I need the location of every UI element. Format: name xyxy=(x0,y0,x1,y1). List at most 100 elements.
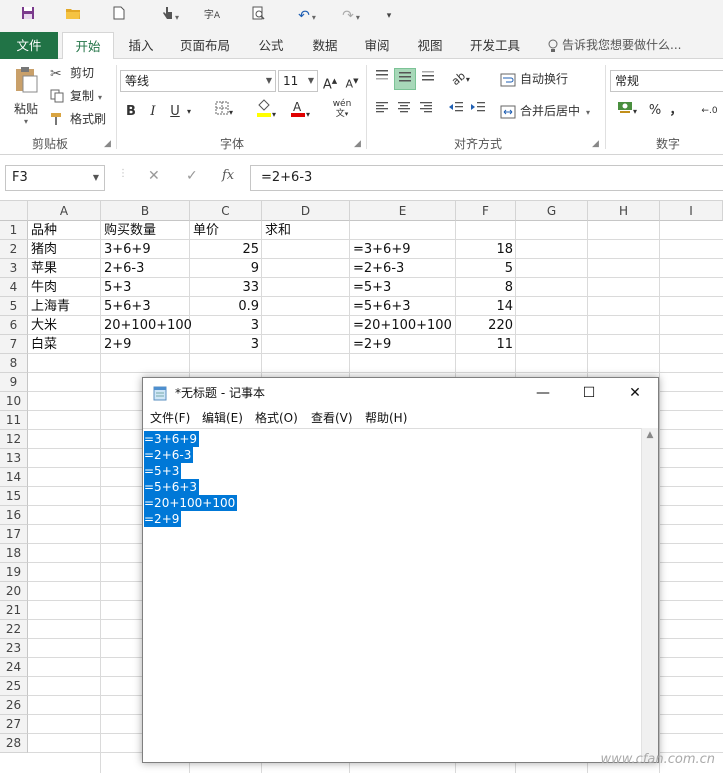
tab-developer[interactable]: 开发工具 xyxy=(462,32,528,59)
paste-button[interactable]: 粘贴 ▾ xyxy=(8,65,44,126)
tab-home[interactable]: 开始 xyxy=(62,32,114,60)
touch-mode-icon[interactable]: ▾ xyxy=(155,6,185,26)
menu-file[interactable]: 文件(F) xyxy=(150,408,190,428)
tab-formulas[interactable]: 公式 xyxy=(248,32,294,59)
open-folder-icon[interactable] xyxy=(62,6,84,26)
cancel-icon[interactable]: ✕ xyxy=(148,168,160,184)
cell-e3[interactable]: =2+6-3 xyxy=(350,259,407,278)
cut-button[interactable]: ✂ 剪切 xyxy=(50,64,94,82)
cell-f4[interactable]: 8 xyxy=(456,278,516,297)
align-top-button[interactable] xyxy=(372,68,392,90)
wrap-text-button[interactable]: 自动换行 xyxy=(500,70,568,88)
row-header-14[interactable]: 14 xyxy=(0,468,28,487)
cell-a1[interactable]: 品种 xyxy=(28,221,60,240)
percent-button[interactable]: % xyxy=(646,100,664,122)
alignment-launcher-icon[interactable]: ◢ xyxy=(592,139,599,149)
row-header-3[interactable]: 3 xyxy=(0,259,28,278)
font-launcher-icon[interactable]: ◢ xyxy=(354,139,361,149)
row-header-11[interactable]: 11 xyxy=(0,411,28,430)
cell-a7[interactable]: 白菜 xyxy=(28,335,60,354)
cell-a5[interactable]: 上海青 xyxy=(28,297,73,316)
shrink-font-button[interactable]: A▼ xyxy=(344,70,360,92)
cell-a6[interactable]: 大米 xyxy=(28,316,60,335)
column-header-g[interactable]: G xyxy=(516,201,588,221)
spelling-icon[interactable]: 字A xyxy=(202,6,222,26)
column-header-a[interactable]: A xyxy=(28,201,101,221)
row-header-21[interactable]: 21 xyxy=(0,601,28,620)
notepad-titlebar[interactable]: *无标题 - 记事本 — ☐ ✕ xyxy=(143,378,658,408)
cell-b2[interactable]: 3+6+9 xyxy=(101,240,154,259)
formula-input[interactable]: =2+6-3 xyxy=(250,165,723,191)
copy-button[interactable]: 复制 ▾ xyxy=(50,87,102,107)
notepad-vertical-scrollbar[interactable]: ▲ xyxy=(641,428,658,762)
cell-c7[interactable]: 3 xyxy=(190,335,262,354)
cell-e2[interactable]: =3+6+9 xyxy=(350,240,414,259)
cell-b4[interactable]: 5+3 xyxy=(101,278,134,297)
menu-view[interactable]: 查看(V) xyxy=(311,408,353,428)
phonetic-button[interactable]: wén 文▾ xyxy=(328,99,356,121)
row-header-13[interactable]: 13 xyxy=(0,449,28,468)
comma-style-button[interactable]: ， xyxy=(668,100,684,122)
decrease-indent-button[interactable] xyxy=(446,100,466,122)
tell-me-search[interactable]: 告诉我您想要做什么... xyxy=(547,32,681,59)
column-header-d[interactable]: D xyxy=(262,201,350,221)
tab-review[interactable]: 审阅 xyxy=(356,32,398,59)
menu-help[interactable]: 帮助(H) xyxy=(365,408,407,428)
column-header-b[interactable]: B xyxy=(101,201,190,221)
align-middle-button[interactable] xyxy=(394,68,416,90)
row-header-9[interactable]: 9 xyxy=(0,373,28,392)
close-button[interactable]: ✕ xyxy=(612,378,658,408)
fill-color-button[interactable]: ▾ xyxy=(252,99,280,121)
cell-a2[interactable]: 猪肉 xyxy=(28,240,60,259)
tab-insert[interactable]: 插入 xyxy=(118,32,164,59)
minimize-button[interactable]: — xyxy=(520,378,566,408)
borders-button[interactable]: ▾ xyxy=(210,101,238,123)
row-header-12[interactable]: 12 xyxy=(0,430,28,449)
row-header-8[interactable]: 8 xyxy=(0,354,28,373)
undo-icon[interactable]: ↶ ▾ xyxy=(290,6,324,26)
row-header-6[interactable]: 6 xyxy=(0,316,28,335)
cell-e4[interactable]: =5+3 xyxy=(350,278,394,297)
notepad-text-area[interactable]: =3+6+9 =2+6-3 =5+3 =5+6+3 =20+100+100 =2… xyxy=(143,428,641,762)
align-center-button[interactable] xyxy=(394,100,414,122)
orientation-button[interactable]: ab▾ xyxy=(446,68,476,90)
save-icon[interactable] xyxy=(18,6,38,26)
menu-edit[interactable]: 编辑(E) xyxy=(202,408,243,428)
row-header-16[interactable]: 16 xyxy=(0,506,28,525)
grow-font-button[interactable]: A▲ xyxy=(322,70,338,92)
cell-f2[interactable]: 18 xyxy=(456,240,516,259)
row-header-22[interactable]: 22 xyxy=(0,620,28,639)
align-bottom-button[interactable] xyxy=(418,68,438,90)
name-box[interactable]: F3 ▼ xyxy=(5,165,105,191)
clipboard-launcher-icon[interactable]: ◢ xyxy=(104,139,111,149)
accounting-format-button[interactable]: ▾ xyxy=(612,100,642,122)
underline-dropdown-icon[interactable]: ▾ xyxy=(184,101,194,123)
redo-icon[interactable]: ↷ ▾ xyxy=(334,6,368,26)
cell-b6[interactable]: 20+100+100 xyxy=(101,316,195,335)
align-left-button[interactable] xyxy=(372,100,392,122)
number-format-combo[interactable]: 常规 xyxy=(610,70,723,92)
cell-c5[interactable]: 0.9 xyxy=(190,297,262,316)
cell-a3[interactable]: 苹果 xyxy=(28,259,60,278)
font-size-combo[interactable]: 11 ▼ xyxy=(278,70,318,92)
menu-format[interactable]: 格式(O) xyxy=(255,408,298,428)
cell-c1[interactable]: 单价 xyxy=(190,221,222,240)
tab-file[interactable]: 文件 xyxy=(0,32,58,59)
cell-c6[interactable]: 3 xyxy=(190,316,262,335)
cell-a4[interactable]: 牛肉 xyxy=(28,278,60,297)
cell-e7[interactable]: =2+9 xyxy=(350,335,394,354)
row-header-17[interactable]: 17 xyxy=(0,525,28,544)
cell-c2[interactable]: 25 xyxy=(190,240,262,259)
row-header-28[interactable]: 28 xyxy=(0,734,28,753)
align-right-button[interactable] xyxy=(416,100,436,122)
underline-button[interactable]: U xyxy=(168,101,182,123)
font-name-combo[interactable]: 等线 ▼ xyxy=(120,70,276,92)
cell-b3[interactable]: 2+6-3 xyxy=(101,259,147,278)
copy-dropdown-icon[interactable]: ▾ xyxy=(98,93,102,102)
row-header-7[interactable]: 7 xyxy=(0,335,28,354)
column-header-i[interactable]: I xyxy=(660,201,723,221)
increase-decimal-button[interactable]: ←.0 xyxy=(696,100,723,122)
select-all-corner[interactable] xyxy=(0,201,28,221)
merge-center-button[interactable]: 合并后居中 ▾ xyxy=(500,102,590,122)
cell-e5[interactable]: =5+6+3 xyxy=(350,297,414,316)
